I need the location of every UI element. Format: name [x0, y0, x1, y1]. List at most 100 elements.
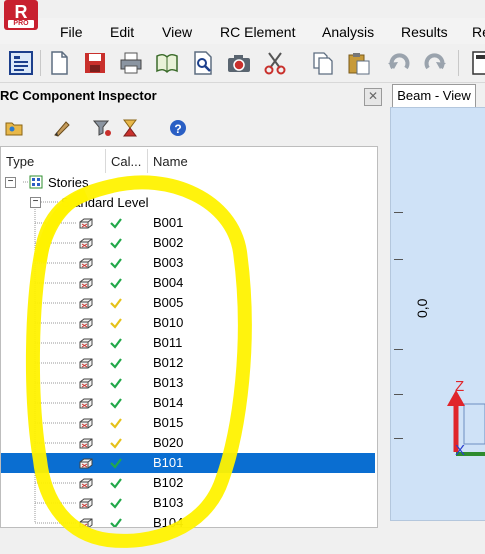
axis-value: 0,0: [414, 298, 430, 318]
camera-icon[interactable]: [226, 50, 252, 76]
tree-row-beam[interactable]: B004: [1, 273, 375, 293]
tree-row-beam[interactable]: B020: [1, 433, 375, 453]
tree-row-beam[interactable]: B104: [1, 513, 375, 528]
svg-text:?: ?: [174, 122, 181, 136]
tree-row-beam[interactable]: B010: [1, 313, 375, 333]
beam-icon: [79, 398, 93, 409]
check-ok-icon: [110, 338, 122, 349]
tree-row-beam[interactable]: B012: [1, 353, 375, 373]
copy-icon[interactable]: [310, 50, 336, 76]
standard-level-label: Standard Level: [61, 195, 149, 210]
toolbar-separator: [40, 50, 41, 76]
tree-node-standard-level[interactable]: − Standard Level: [1, 193, 375, 213]
close-icon[interactable]: ✕: [364, 88, 382, 106]
check-warning-icon: [110, 438, 122, 449]
tree-row-beam[interactable]: B014: [1, 393, 375, 413]
ruler-tick: [394, 259, 403, 260]
beam-name: B020: [153, 435, 184, 450]
filter-icon[interactable]: [92, 118, 112, 138]
menu-analysis[interactable]: Analysis: [322, 24, 374, 40]
undo-icon[interactable]: [386, 50, 412, 76]
beam-icon: [79, 378, 93, 389]
tree-row-beam[interactable]: B011: [1, 333, 375, 353]
open-folder-icon[interactable]: [4, 118, 24, 138]
menu-rc-element[interactable]: RC Element: [220, 24, 295, 40]
menu-bar: File Edit View RC Element Analysis Resul…: [0, 18, 485, 44]
sort-icon[interactable]: [120, 118, 140, 138]
check-ok-icon: [110, 258, 122, 269]
beam-name: B014: [153, 395, 184, 410]
beam-name: B003: [153, 255, 184, 270]
tree-row-beam[interactable]: B102: [1, 473, 375, 493]
check-ok-icon: [110, 238, 122, 249]
axis-x-label: X: [455, 442, 465, 459]
book-icon[interactable]: [154, 50, 180, 76]
tree-row-beam[interactable]: B002: [1, 233, 375, 253]
check-ok-icon: [110, 498, 122, 509]
panel-title: RC Component Inspector: [0, 84, 385, 108]
beam-icon: [79, 458, 93, 469]
panel-toolbar: ?: [0, 110, 385, 144]
beam-icon: [79, 518, 93, 527]
tree-row-beam[interactable]: B005: [1, 293, 375, 313]
tab-beam-view[interactable]: Beam - View: [392, 84, 476, 107]
menu-results[interactable]: Results: [401, 24, 448, 40]
beam-icon: [79, 278, 93, 289]
tree-row-beam[interactable]: B003: [1, 253, 375, 273]
tree-node-stories[interactable]: − Stories: [1, 173, 375, 193]
beam-icon: [79, 418, 93, 429]
tree-row-beam[interactable]: B101: [1, 453, 375, 473]
menu-view[interactable]: View: [162, 24, 192, 40]
cut-icon[interactable]: [262, 50, 288, 76]
tree-row-beam[interactable]: B001: [1, 213, 375, 233]
paste-icon[interactable]: [346, 50, 372, 76]
vertical-scrollbar[interactable]: [378, 146, 385, 526]
coordinate-axes-icon: Z X: [447, 378, 485, 459]
beam-icon: [79, 318, 93, 329]
print-icon[interactable]: [118, 50, 144, 76]
ruler-tick: [394, 349, 403, 350]
axis-z-label: Z: [455, 378, 464, 395]
ruler-tick: [394, 394, 403, 395]
expand-toggle[interactable]: −: [30, 197, 41, 208]
beam-icon: [79, 478, 93, 489]
check-ok-icon: [110, 378, 122, 389]
beam-icon: [79, 338, 93, 349]
beam-name: B005: [153, 295, 184, 310]
tree-row-beam[interactable]: B013: [1, 373, 375, 393]
print-preview-icon[interactable]: [190, 50, 216, 76]
component-tree[interactable]: Type Cal... Name − Stories − Standard Le…: [0, 146, 378, 528]
beam-name: B004: [153, 275, 184, 290]
beam-name: B102: [153, 475, 184, 490]
tree-row-beam[interactable]: B015: [1, 413, 375, 433]
beam-icon: [79, 238, 93, 249]
beam-name: B001: [153, 215, 184, 230]
new-document-icon[interactable]: [46, 50, 72, 76]
edit-parameters-icon[interactable]: [52, 118, 72, 138]
help-icon[interactable]: ?: [168, 118, 188, 138]
check-warning-icon: [110, 418, 122, 429]
check-warning-icon: [110, 298, 122, 309]
beam-icon: [79, 358, 93, 369]
expand-toggle[interactable]: −: [5, 177, 16, 188]
redo-icon[interactable]: [422, 50, 448, 76]
menu-edit[interactable]: Edit: [110, 24, 134, 40]
beam-icon: [79, 438, 93, 449]
app-logo-letter: R: [14, 2, 28, 22]
inspector-icon[interactable]: [8, 50, 34, 76]
calculator-icon[interactable]: [470, 50, 485, 76]
stories-icon: [29, 175, 43, 189]
menu-file[interactable]: File: [60, 24, 83, 40]
check-ok-icon: [110, 518, 122, 527]
ruler-tick: [394, 438, 403, 439]
check-ok-icon: [110, 398, 122, 409]
beam-name: B013: [153, 375, 184, 390]
beam-name: B104: [153, 515, 184, 528]
check-ok-icon: [110, 478, 122, 489]
beam-name: B015: [153, 415, 184, 430]
tree-row-beam[interactable]: B103: [1, 493, 375, 513]
save-icon[interactable]: [82, 50, 108, 76]
menu-more[interactable]: Re: [472, 24, 485, 40]
app-logo[interactable]: R PRO: [4, 0, 38, 30]
stories-label: Stories: [48, 175, 89, 190]
